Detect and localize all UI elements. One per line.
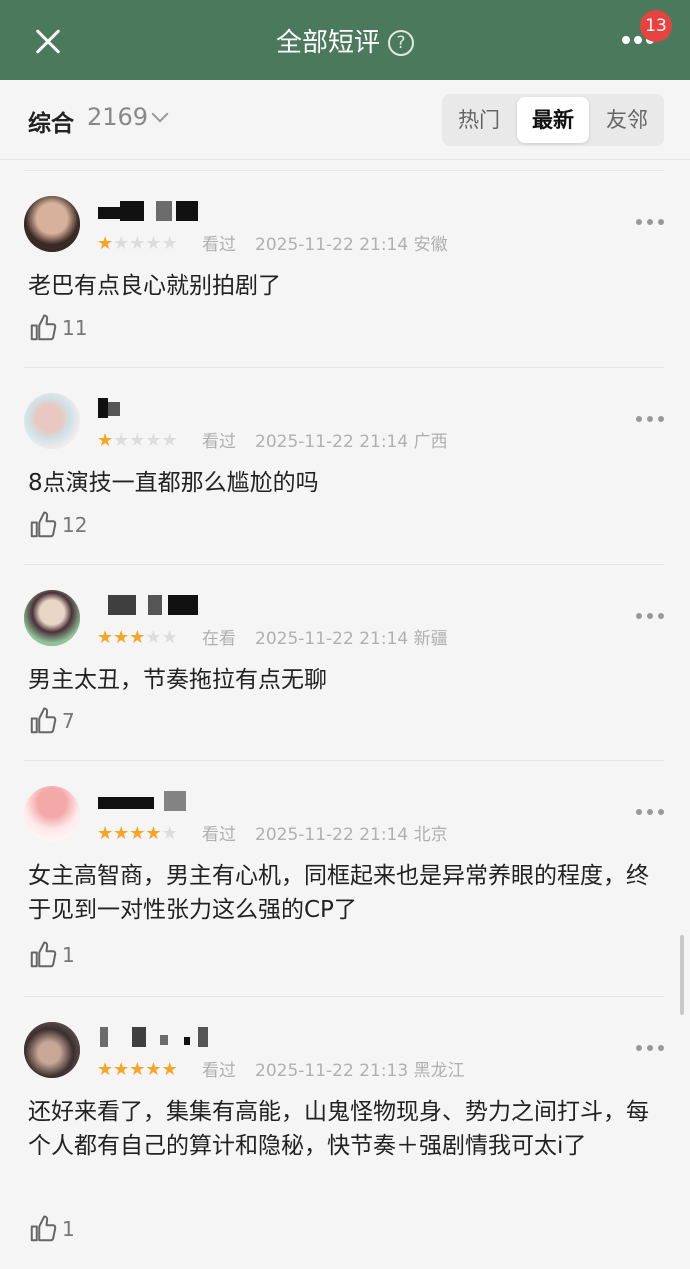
tab-friends[interactable]: 友邻 (590, 94, 664, 146)
watch-status: 在看 (202, 629, 236, 649)
divider (24, 564, 664, 565)
help-icon[interactable]: ? (388, 29, 414, 56)
comment-count: 2169 (87, 103, 149, 131)
like-count: 11 (62, 316, 88, 340)
username-blurred[interactable] (98, 201, 208, 223)
star-icon: ★ (129, 823, 146, 844)
comment-text: 老巴有点良心就别拍剧了 (28, 273, 281, 299)
scrollbar[interactable] (680, 935, 684, 1015)
avatar[interactable] (24, 590, 80, 646)
watch-status: 看过 (202, 1061, 236, 1081)
star-icon: ★ (161, 1059, 178, 1080)
rating-stars: ★★★★★ (97, 824, 178, 844)
star-icon: ★ (129, 430, 146, 451)
star-icon: ★ (161, 823, 178, 844)
star-icon: ★ (161, 430, 178, 451)
more-options-icon[interactable] (636, 1045, 664, 1051)
divider (24, 760, 664, 761)
comment-text: 男主太丑，节奏拖拉有点无聊 (28, 667, 327, 693)
avatar[interactable] (24, 393, 80, 449)
star-icon: ★ (97, 627, 114, 648)
sort-dropdown[interactable]: 综合 (28, 104, 74, 138)
rating-stars: ★★★★★ (97, 431, 178, 451)
star-icon: ★ (97, 233, 114, 254)
star-icon: ★ (113, 823, 130, 844)
star-icon: ★ (97, 823, 114, 844)
like-count: 1 (62, 943, 75, 967)
chevron-down-icon[interactable] (151, 105, 169, 123)
thumbs-up-icon (30, 1215, 57, 1242)
star-icon: ★ (161, 627, 178, 648)
tab-group: 热门 最新 友邻 (442, 94, 664, 146)
notification-badge: 13 (640, 10, 672, 42)
watch-status: 看过 (202, 825, 236, 845)
star-icon: ★ (113, 233, 130, 254)
thumbs-up-icon (30, 707, 57, 734)
tab-hot[interactable]: 热门 (442, 94, 516, 146)
like-count: 12 (62, 513, 88, 537)
username-blurred[interactable] (98, 398, 208, 420)
comment-meta: 2025-11-22 21:14 新疆 (255, 629, 448, 649)
avatar[interactable] (24, 196, 80, 252)
star-icon: ★ (113, 627, 130, 648)
comment-meta: 2025-11-22 21:13 黑龙江 (255, 1061, 465, 1081)
username-blurred[interactable] (98, 1027, 208, 1049)
comment-meta: 2025-11-22 21:14 安徽 (255, 235, 448, 255)
more-options-icon[interactable] (636, 809, 664, 815)
comment-text: 还好来看了，集集有高能，山鬼怪物现身、势力之间打斗，每个人都有自己的算计和隐秘，… (28, 1099, 649, 1159)
star-icon: ★ (145, 627, 162, 648)
top-bar: 全部短评? 13 (0, 0, 690, 80)
avatar[interactable] (24, 1022, 80, 1078)
star-icon: ★ (129, 627, 146, 648)
comment-text: 8点演技一直都那么尴尬的吗 (28, 470, 319, 496)
comment-meta: 2025-11-22 21:14 广西 (255, 432, 448, 452)
like-count: 1 (62, 1217, 75, 1241)
username-blurred[interactable] (98, 791, 208, 813)
page-title-wrap: 全部短评? (0, 24, 690, 61)
more-options-icon[interactable] (636, 219, 664, 225)
star-icon: ★ (145, 823, 162, 844)
star-icon: ★ (129, 233, 146, 254)
star-icon: ★ (97, 1059, 114, 1080)
watch-status: 看过 (202, 235, 236, 255)
star-icon: ★ (129, 1059, 146, 1080)
star-icon: ★ (97, 430, 114, 451)
thumbs-up-icon (30, 941, 57, 968)
divider (24, 367, 664, 368)
more-options-icon[interactable] (636, 613, 664, 619)
more-options-icon[interactable] (636, 416, 664, 422)
comment-text: 女主高智商，男主有心机，同框起来也是异常养眼的程度，终于见到一对性张力这么强的C… (28, 863, 649, 923)
star-icon: ★ (113, 430, 130, 451)
star-icon: ★ (113, 1059, 130, 1080)
star-icon: ★ (161, 233, 178, 254)
star-icon: ★ (145, 233, 162, 254)
rating-stars: ★★★★★ (97, 1060, 178, 1080)
avatar[interactable] (24, 786, 80, 842)
divider (24, 996, 664, 997)
page-title: 全部短评 (275, 27, 380, 58)
star-icon: ★ (145, 430, 162, 451)
watch-status: 看过 (202, 432, 236, 452)
rating-stars: ★★★★★ (97, 234, 178, 254)
thumbs-up-icon (30, 511, 57, 538)
tab-latest[interactable]: 最新 (517, 97, 589, 143)
star-icon: ★ (145, 1059, 162, 1080)
username-blurred[interactable] (98, 595, 208, 617)
comment-meta: 2025-11-22 21:14 北京 (255, 825, 448, 845)
thumbs-up-icon (30, 314, 57, 341)
divider (24, 170, 664, 171)
like-count: 7 (62, 709, 75, 733)
rating-stars: ★★★★★ (97, 628, 178, 648)
